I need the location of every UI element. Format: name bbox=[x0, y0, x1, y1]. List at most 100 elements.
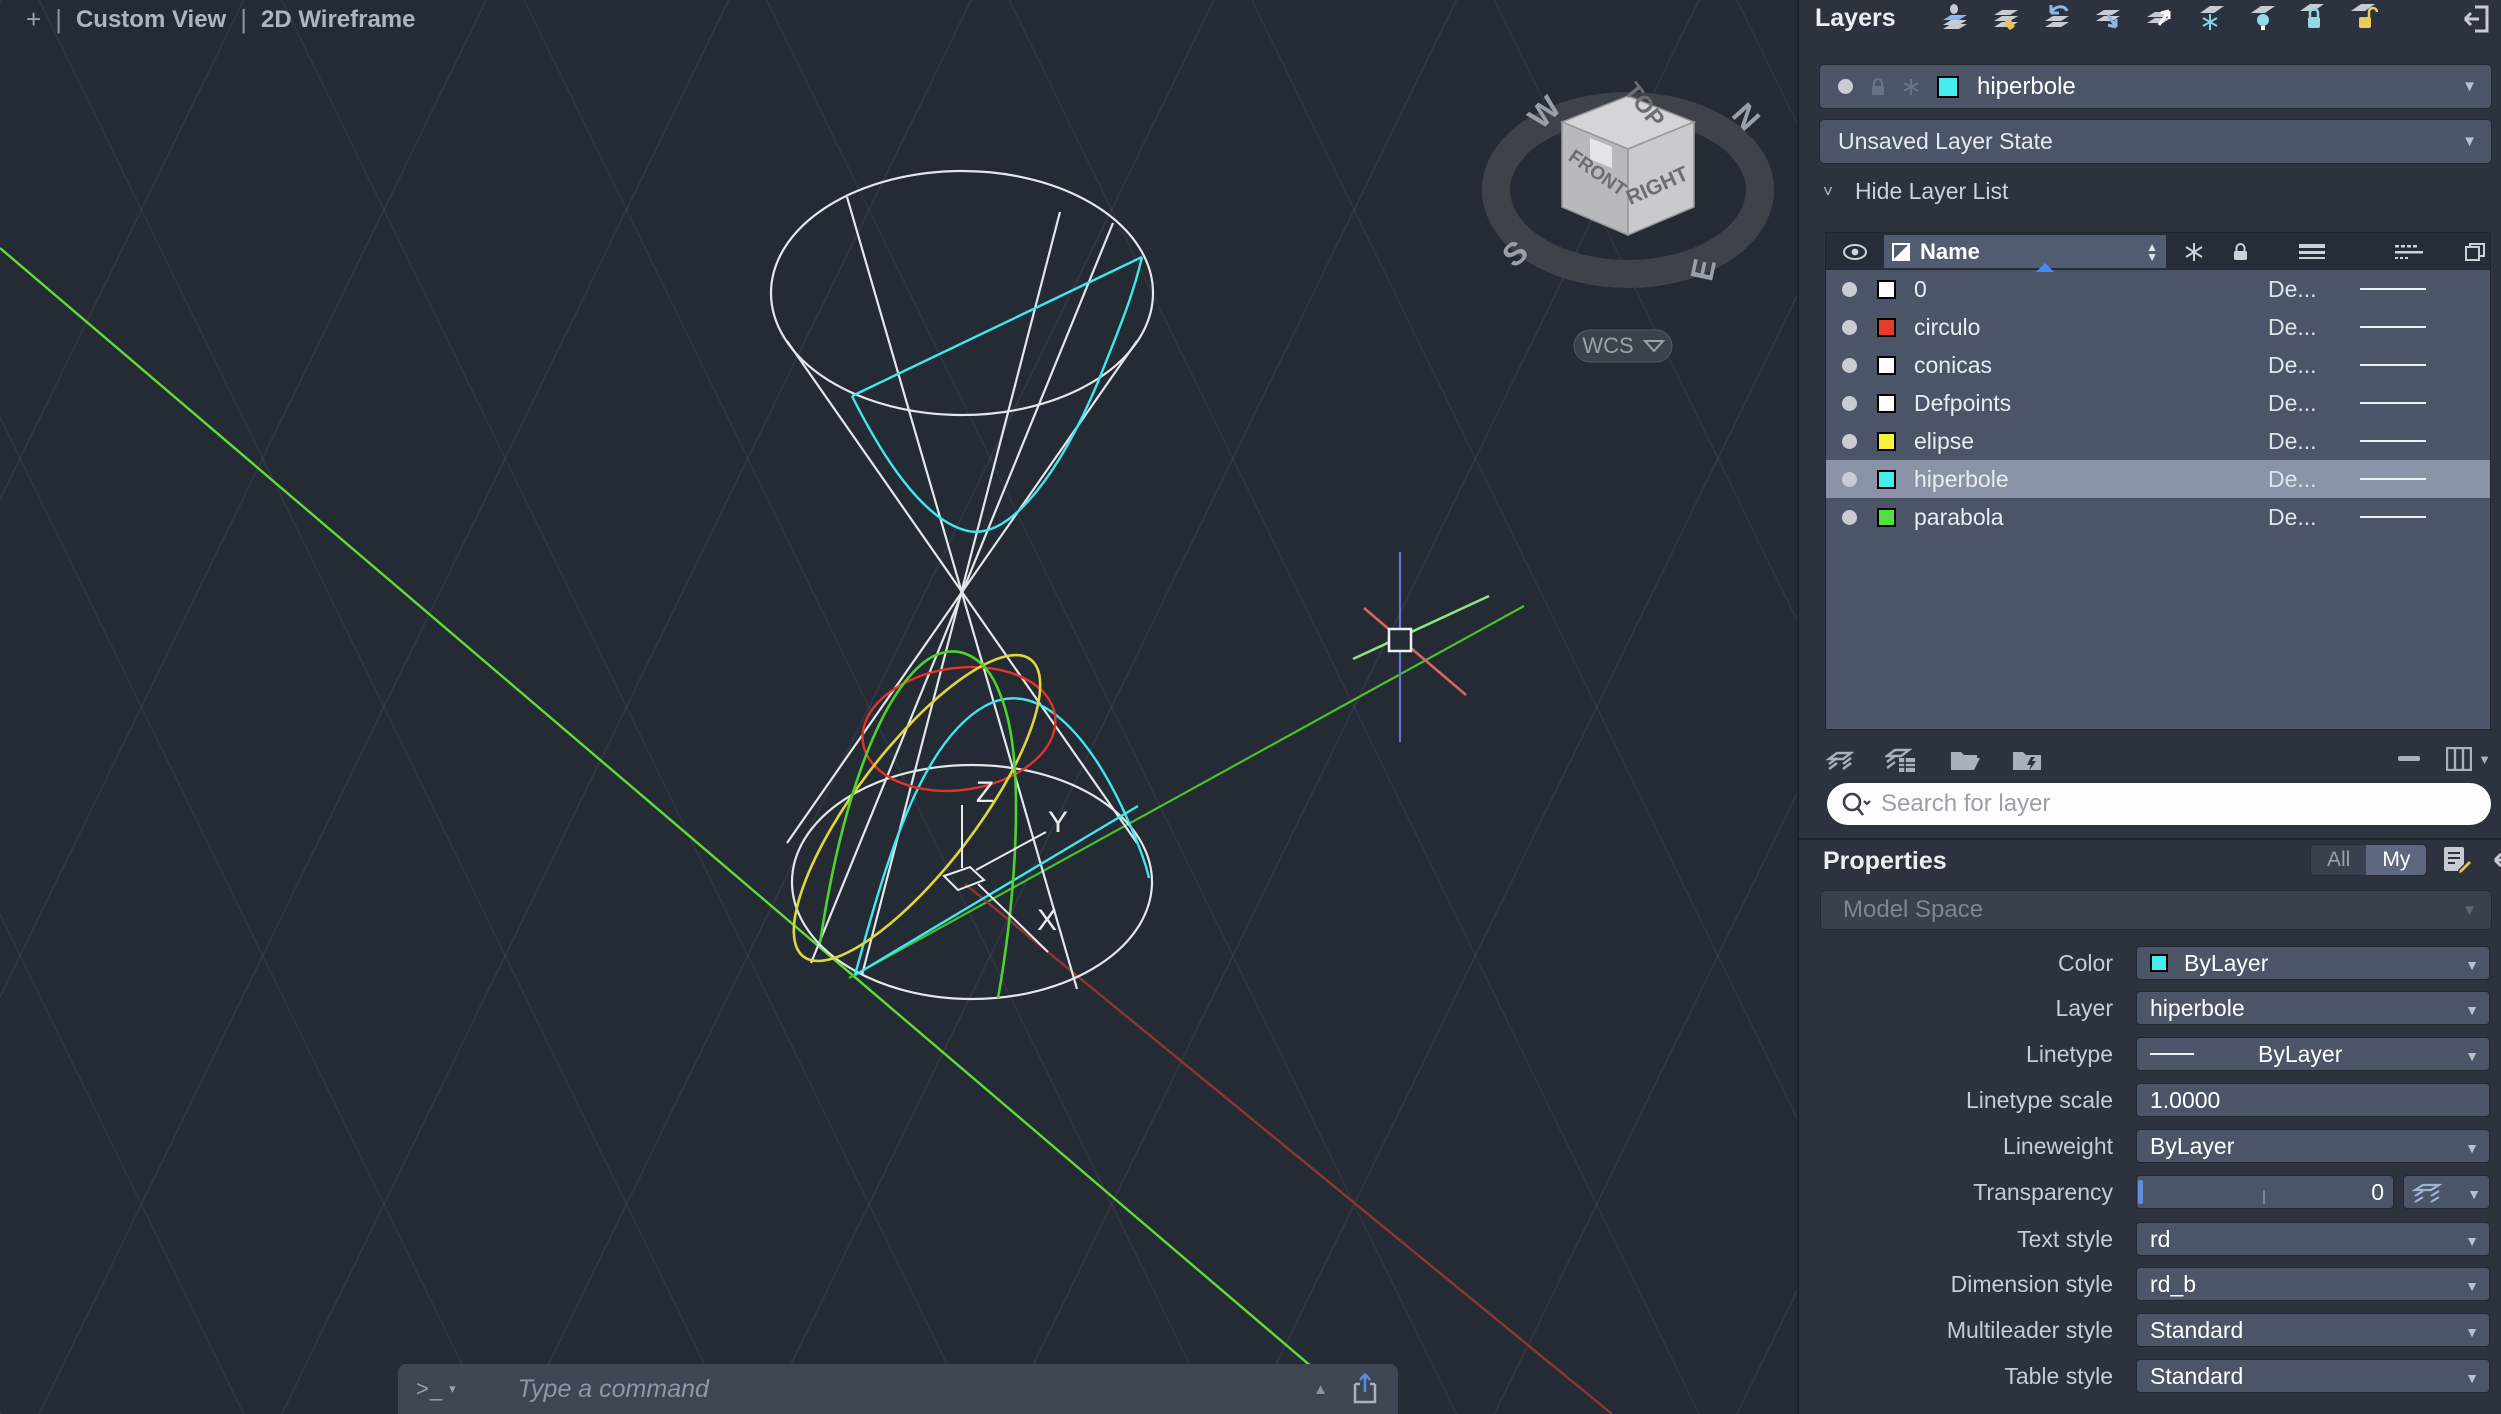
layer-linetype-sample[interactable] bbox=[2360, 478, 2426, 480]
model-viewport[interactable]: + | Custom View | 2D Wireframe bbox=[0, 0, 1797, 1414]
layers-wrench-icon[interactable] bbox=[1990, 1, 2022, 31]
layer-row[interactable]: 0 De... bbox=[1826, 270, 2490, 308]
property-value: ByLayer bbox=[2150, 1133, 2234, 1160]
table-style-dropdown[interactable]: Standard ▼ bbox=[2136, 1359, 2490, 1393]
layer-row[interactable]: elipse De... bbox=[1826, 422, 2490, 460]
layer-on-dot-icon[interactable] bbox=[1842, 472, 1857, 487]
layer-on-dot-icon[interactable] bbox=[1842, 282, 1857, 297]
filter-my-button[interactable]: My bbox=[2366, 845, 2426, 875]
layer-linetype-sample[interactable] bbox=[2360, 402, 2426, 404]
property-label: Transparency bbox=[1973, 1179, 2113, 1206]
plot-column-header[interactable] bbox=[2458, 233, 2492, 270]
lineweight-dropdown[interactable]: ByLayer ▼ bbox=[2136, 1129, 2490, 1163]
layer-on-dot-icon[interactable] bbox=[1842, 434, 1857, 449]
layer-lock-icon[interactable] bbox=[2296, 1, 2328, 31]
layer-state-dropdown[interactable]: Unsaved Layer State ▼ bbox=[1819, 119, 2492, 164]
new-layer-icon[interactable] bbox=[1825, 745, 1855, 773]
viewport-menu-button[interactable]: + bbox=[26, 4, 41, 35]
layer-color-swatch[interactable] bbox=[1877, 432, 1896, 451]
current-layer-dropdown[interactable]: hiperbole ▼ bbox=[1819, 64, 2492, 109]
edit-list-icon[interactable] bbox=[2441, 844, 2473, 876]
layer-lineweight-label[interactable]: De... bbox=[2268, 390, 2317, 417]
layer-on-dot-icon[interactable] bbox=[1842, 510, 1857, 525]
layer-lineweight-label[interactable]: De... bbox=[2268, 504, 2317, 531]
lower-cone-rim[interactable] bbox=[792, 765, 1152, 999]
command-input[interactable] bbox=[516, 1374, 1314, 1405]
layer-row[interactable]: Defpoints De... bbox=[1826, 384, 2490, 422]
layer-on-dot-icon[interactable] bbox=[1842, 396, 1857, 411]
view-name-control[interactable]: Custom View bbox=[76, 6, 226, 34]
remove-icon[interactable] bbox=[2398, 756, 2420, 762]
layers-demote-icon[interactable] bbox=[2092, 1, 2124, 31]
layer-linetype-sample[interactable] bbox=[2360, 326, 2426, 328]
layer-color-swatch[interactable] bbox=[1877, 356, 1896, 375]
layer-on-dot-icon[interactable] bbox=[1842, 320, 1857, 335]
transparency-slider[interactable]: 0 bbox=[2136, 1175, 2394, 1209]
transparency-menu-button[interactable]: ▼ bbox=[2403, 1175, 2490, 1209]
layer-linetype-sample[interactable] bbox=[2360, 516, 2426, 518]
layer-linetype-sample[interactable] bbox=[2360, 364, 2426, 366]
drawing-canvas[interactable]: Z Y X W N S E TOP FRONT bbox=[0, 0, 1797, 1414]
red-axis-line[interactable] bbox=[965, 884, 1612, 1414]
layer-unlock-icon[interactable] bbox=[2347, 1, 2379, 31]
layer-list: Name ▲▼ bbox=[1825, 232, 2491, 730]
color-dropdown[interactable]: ByLayer ▼ bbox=[2136, 946, 2490, 980]
layer-lineweight-label[interactable]: De... bbox=[2268, 352, 2317, 379]
layers-user-icon[interactable] bbox=[1939, 1, 1971, 31]
layer-lineweight-label[interactable]: De... bbox=[2268, 466, 2317, 493]
linetype-dropdown[interactable]: ByLayer ▼ bbox=[2136, 1037, 2490, 1071]
multileader-style-dropdown[interactable]: Standard ▼ bbox=[2136, 1313, 2490, 1347]
visibility-column-header[interactable] bbox=[1826, 233, 1884, 270]
layers-promote-icon[interactable] bbox=[2143, 1, 2175, 31]
layer-lineweight-label[interactable]: De... bbox=[2268, 428, 2317, 455]
dimension-style-dropdown[interactable]: rd_b ▼ bbox=[2136, 1267, 2490, 1301]
layer-row[interactable]: parabola De... bbox=[1826, 498, 2490, 536]
filter-all-button[interactable]: All bbox=[2311, 845, 2366, 875]
command-share-icon[interactable] bbox=[1350, 1372, 1380, 1406]
layer-lineweight-label[interactable]: De... bbox=[2268, 314, 2317, 341]
layer-row[interactable]: conicas De... bbox=[1826, 346, 2490, 384]
viewcube[interactable]: W N S E TOP FRONT RIGHT WCS bbox=[1495, 78, 1767, 362]
hyperbola-upper-chord[interactable] bbox=[852, 257, 1142, 396]
space-dropdown[interactable]: Model Space ▼ bbox=[1820, 890, 2492, 930]
linetype-scale-input[interactable]: 1.0000 bbox=[2136, 1083, 2490, 1117]
layer-row-selected[interactable]: hiperbole De... bbox=[1826, 460, 2490, 498]
command-expand-icon[interactable]: ▲ bbox=[1313, 1381, 1328, 1398]
command-history-caret-icon[interactable]: ▾ bbox=[449, 1381, 456, 1397]
layer-color-swatch[interactable] bbox=[1877, 280, 1896, 299]
layer-row[interactable]: circulo De... bbox=[1826, 308, 2490, 346]
layers-undo-icon[interactable] bbox=[2041, 1, 2073, 31]
parabola-axis-line[interactable] bbox=[0, 248, 1367, 1414]
columns-menu-button[interactable]: ▼ bbox=[2446, 747, 2491, 771]
hyperbola-lower-chord[interactable] bbox=[855, 806, 1138, 975]
layer-bulb-icon[interactable] bbox=[2245, 1, 2277, 31]
name-column-header[interactable]: Name ▲▼ bbox=[1884, 235, 2166, 268]
upper-cone-rim[interactable] bbox=[771, 171, 1153, 415]
layer-on-dot-icon[interactable] bbox=[1842, 358, 1857, 373]
command-bar[interactable]: >_ ▾ ▲ bbox=[398, 1364, 1398, 1414]
layer-lineweight-label[interactable]: De... bbox=[2268, 276, 2317, 303]
hide-layer-list-toggle[interactable]: ˅ Hide Layer List bbox=[1823, 178, 2008, 205]
layer-color-swatch[interactable] bbox=[1877, 508, 1896, 527]
layer-linetype-sample[interactable] bbox=[2360, 440, 2426, 442]
freeze-column-header[interactable] bbox=[2171, 233, 2216, 270]
folder-actions-icon[interactable] bbox=[2011, 746, 2043, 772]
text-style-dropdown[interactable]: rd ▼ bbox=[2136, 1222, 2490, 1256]
layer-linetype-sample[interactable] bbox=[2360, 288, 2426, 290]
layer-color-swatch[interactable] bbox=[1877, 470, 1896, 489]
lock-column-header[interactable] bbox=[2218, 233, 2263, 270]
layer-search-input[interactable] bbox=[1879, 789, 2477, 819]
lineweight-column-header[interactable] bbox=[2266, 233, 2358, 270]
layer-settings-icon[interactable] bbox=[1885, 744, 1919, 774]
visual-style-control[interactable]: 2D Wireframe bbox=[261, 6, 416, 34]
panel-collapse-icon[interactable] bbox=[2491, 844, 2501, 876]
linetype-column-header[interactable] bbox=[2361, 233, 2456, 270]
open-folder-icon[interactable] bbox=[1949, 746, 1981, 772]
layer-search[interactable] bbox=[1827, 783, 2491, 825]
layer-dropdown[interactable]: hiperbole ▼ bbox=[2136, 991, 2490, 1025]
layer-freeze-icon[interactable] bbox=[2194, 1, 2226, 31]
panel-collapse-icon[interactable] bbox=[2461, 3, 2491, 35]
layer-color-swatch[interactable] bbox=[1877, 318, 1896, 337]
layer-color-swatch[interactable] bbox=[1877, 394, 1896, 413]
cone-wireframe[interactable] bbox=[771, 171, 1153, 999]
